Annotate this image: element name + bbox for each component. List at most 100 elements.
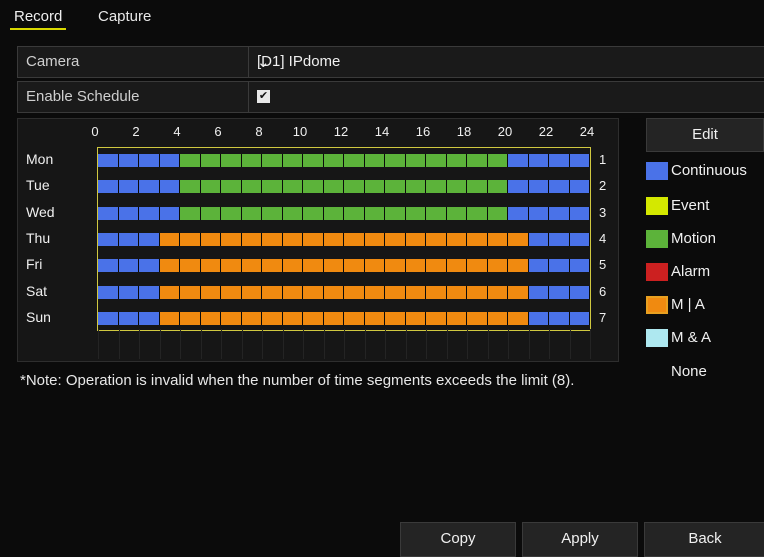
segment-cell — [201, 180, 221, 194]
legend-item[interactable]: Motion — [646, 224, 764, 254]
day-number: 6 — [599, 283, 607, 299]
segment-cell — [467, 206, 488, 220]
back-button[interactable]: Back — [644, 522, 764, 557]
camera-select[interactable]: [D1] IPdome ⌄ — [248, 47, 764, 77]
legend-item[interactable]: Continuous — [646, 156, 764, 186]
schedule-segment[interactable] — [98, 285, 160, 299]
segment-cell — [488, 259, 508, 273]
schedule-segment[interactable] — [98, 232, 160, 246]
segment-cell — [508, 206, 529, 220]
legend-item[interactable]: Alarm — [646, 257, 764, 287]
segment-cell — [160, 180, 180, 194]
schedule-segment[interactable] — [98, 259, 160, 273]
hour-tick-label: 8 — [255, 124, 263, 139]
segment-cell — [344, 206, 365, 220]
segment-cell — [324, 180, 344, 194]
segment-cell — [385, 180, 406, 194]
legend-item[interactable]: M & A — [646, 323, 764, 353]
segment-cell — [262, 232, 283, 246]
segment-cell — [447, 311, 467, 325]
legend-item[interactable]: M | A — [646, 290, 764, 320]
tab-capture[interactable]: Capture — [94, 8, 155, 28]
schedule-segment[interactable] — [159, 285, 529, 299]
segment-cell — [303, 180, 324, 194]
segment-cell — [201, 311, 221, 325]
schedule-segment[interactable] — [159, 232, 529, 246]
schedule-segment[interactable] — [508, 206, 590, 220]
segment-cell — [365, 259, 385, 273]
schedule-segment[interactable] — [180, 206, 508, 220]
segment-cell — [180, 311, 201, 325]
copy-button[interactable]: Copy — [400, 522, 516, 557]
segment-cell — [324, 206, 344, 220]
segment-cell — [160, 285, 180, 299]
schedule-bars-frame — [97, 147, 591, 331]
schedule-segment[interactable] — [98, 311, 160, 325]
schedule-grid[interactable]: 0 2 4 6 8 10 12 14 16 18 20 22 24 Mon 1 Tue 2 Wed 3 Thu 4 Fr… — [17, 118, 619, 362]
legend-item[interactable]: Event — [646, 191, 764, 221]
segment-cell — [508, 311, 529, 325]
schedule-segment[interactable] — [528, 285, 590, 299]
hour-tick-label: 4 — [173, 124, 181, 139]
schedule-segment[interactable] — [159, 259, 529, 273]
segment-cell — [98, 232, 119, 246]
grid-line — [467, 329, 468, 359]
grid-line — [590, 329, 591, 359]
legend-item[interactable]: None — [646, 357, 764, 387]
schedule-segment[interactable] — [180, 180, 508, 194]
segment-cell — [344, 259, 365, 273]
segment-cell — [221, 311, 242, 325]
segment-cell — [426, 206, 447, 220]
grid-line — [139, 329, 140, 359]
schedule-segment[interactable] — [98, 180, 180, 194]
schedule-segment[interactable] — [528, 311, 590, 325]
legend-swatch — [646, 162, 668, 180]
segment-cell — [549, 154, 570, 167]
segment-cell — [180, 232, 201, 246]
schedule-segment[interactable] — [508, 154, 590, 167]
schedule-segment[interactable] — [528, 232, 590, 246]
legend-label: Alarm — [671, 263, 711, 280]
segment-cell — [447, 180, 467, 194]
schedule-segment[interactable] — [508, 180, 590, 194]
segment-cell — [303, 259, 324, 273]
schedule-segment[interactable] — [159, 311, 529, 325]
segment-cell — [160, 154, 180, 167]
segment-cell — [365, 311, 385, 325]
segment-cell — [570, 259, 590, 273]
hour-tick-label: 6 — [214, 124, 222, 139]
segment-cell — [529, 259, 549, 273]
enable-schedule-checkbox[interactable]: ✔ — [257, 90, 270, 103]
segment-cell — [242, 311, 262, 325]
legend-swatch — [646, 329, 668, 347]
schedule-segment[interactable] — [98, 206, 180, 220]
apply-button[interactable]: Apply — [522, 522, 638, 557]
day-label: Sat — [26, 282, 48, 299]
grid-line — [262, 329, 263, 359]
segment-cell — [119, 259, 139, 273]
grid-line — [569, 329, 571, 359]
legend-label: Motion — [671, 230, 717, 247]
grid-line — [180, 329, 181, 359]
segment-cell — [508, 232, 529, 246]
camera-label: Camera — [26, 53, 80, 70]
edit-button[interactable]: Edit — [646, 118, 764, 152]
grid-line — [200, 329, 202, 359]
schedule-segment[interactable] — [528, 259, 590, 273]
segment-cell — [488, 311, 508, 325]
segment-cell — [98, 285, 119, 299]
segment-cell — [201, 232, 221, 246]
segment-cell — [201, 259, 221, 273]
legend-label: M | A — [671, 296, 705, 313]
tab-record[interactable]: Record — [10, 8, 67, 30]
segment-cell — [324, 154, 344, 167]
grid-line — [487, 329, 489, 359]
segment-cell — [242, 259, 262, 273]
schedule-segment[interactable] — [180, 154, 508, 167]
day-label: Wed — [26, 203, 55, 220]
grid-line — [221, 329, 222, 359]
segment-cell — [365, 206, 385, 220]
enable-schedule-row: Enable Schedule ✔ — [17, 81, 764, 113]
schedule-segment[interactable] — [98, 154, 180, 167]
segment-cell — [98, 206, 119, 220]
